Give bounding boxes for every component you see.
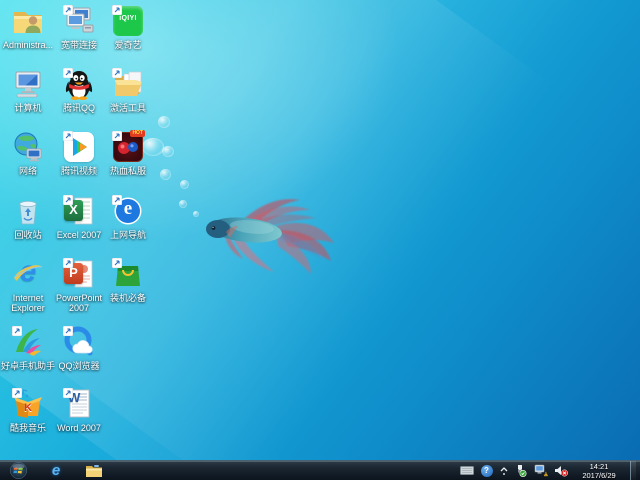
desktop-icon-game-hot[interactable]: HOT 热血私服 [104,131,152,176]
desktop-icon-broadband[interactable]: 宽带连接 [55,5,103,50]
betta-fish-image [198,188,338,283]
shopping-bag-icon [112,258,144,290]
help-question-icon[interactable]: ? [479,463,494,478]
desktop-icon-label: Administra... [0,40,56,50]
input-keyboard-icon[interactable] [459,463,474,478]
taskbar: e ? [0,460,640,480]
desktop-icon-powerpoint[interactable]: P PowerPoint 2007 [55,258,103,313]
desktop-icon-label: 上网导航 [100,230,156,240]
desktop-icon-label: 计算机 [0,103,56,113]
desktop-wallpaper[interactable]: Administra... 宽带连接 iQIYI 爱奇艺 计算机 [0,0,640,480]
folder-icon [85,464,103,478]
globe-network-icon [12,131,44,163]
desktop-icon-grid: Administra... 宽带连接 iQIYI 爱奇艺 计算机 [4,0,164,440]
blue-e-icon: e [112,195,144,227]
show-desktop-button[interactable] [630,461,636,480]
desktop-icon-label: 激活工具 [100,103,156,113]
shortcut-arrow-icon [63,326,73,336]
shortcut-arrow-icon [12,326,22,336]
shortcut-arrow-icon [12,388,22,398]
desktop-icon-qq-browser[interactable]: QQ浏览器 [55,326,103,371]
hot-badge: HOT [130,130,145,137]
open-folder-icon [112,68,144,100]
desktop-icon-excel[interactable]: X Excel 2007 [55,195,103,240]
clock-time: 14:21 [575,462,623,471]
ie-icon: e [52,462,60,479]
taskbar-explorer-button[interactable] [82,462,106,480]
desktop-icon-label: 热血私服 [100,166,156,176]
desktop-icon-label: Internet Explorer [0,293,56,313]
desktop-icon-word[interactable]: W Word 2007 [55,388,103,433]
shortcut-arrow-icon [112,258,122,268]
shortcut-arrow-icon [112,131,122,141]
bubble [179,200,187,208]
color-swoosh-icon [12,326,44,358]
shortcut-arrow-icon [112,5,122,15]
desktop-icon-internet-explorer[interactable]: e Internet Explorer [4,258,52,313]
desktop-icon-label: 宽带连接 [51,40,107,50]
q-cloud-icon [63,326,95,358]
shortcut-arrow-icon [63,195,73,205]
desktop-icon-tencent-video[interactable]: 腾讯视频 [55,131,103,176]
desktop-icon-label: 爱奇艺 [100,40,156,50]
excel-icon: X [63,195,95,227]
recycle-bin-icon [12,195,44,227]
powerpoint-icon: P [63,258,95,290]
bubble [180,180,189,189]
shortcut-arrow-icon [112,68,122,78]
desktop-icon-label: QQ浏览器 [51,361,107,371]
desktop-icon-web-nav[interactable]: e 上网导航 [104,195,152,240]
desktop-icon-network[interactable]: 网络 [4,131,52,176]
two-computers-icon [63,5,95,37]
desktop-icon-label: 腾讯QQ [51,103,107,113]
shortcut-arrow-icon [63,388,73,398]
desktop-icon-label: 好卓手机助手 [0,361,56,371]
computer-monitor-icon [12,68,44,100]
desktop-icon-label: 网络 [0,166,56,176]
desktop-icon-tencent-qq[interactable]: 腾讯QQ [55,68,103,113]
play-triangle-icon [63,131,95,163]
device-ok-icon[interactable] [513,463,528,478]
clock-date: 2017/6/29 [575,471,623,480]
desktop-icon-label: 回收站 [0,230,56,240]
desktop-icon-label: PowerPoint 2007 [51,293,107,313]
desktop-icon-iqiyi[interactable]: iQIYI 爱奇艺 [104,5,152,50]
system-tray: ? 14:21 2017/6/29 [459,461,640,480]
network-warning-icon[interactable] [533,463,548,478]
desktop-icon-activation-tools[interactable]: 激活工具 [104,68,152,113]
show-hidden-icons-button[interactable] [499,463,508,478]
taskbar-clock[interactable]: 14:21 2017/6/29 [573,462,625,480]
desktop-icon-bundle[interactable]: 装机必备 [104,258,152,303]
shortcut-arrow-icon [63,5,73,15]
desktop-icon-administrator[interactable]: Administra... [4,5,52,50]
start-button[interactable] [6,462,30,480]
user-folder-icon [12,5,44,37]
windows-orb-icon [10,462,27,479]
desktop-icon-label: 腾讯视频 [51,166,107,176]
kuwo-music-icon: K [12,388,44,420]
shortcut-arrow-icon [63,68,73,78]
desktop-icon-label: 酷我音乐 [0,423,56,433]
word-icon: W [63,388,95,420]
desktop-icon-recycle-bin[interactable]: 回收站 [4,195,52,240]
shortcut-arrow-icon [63,258,73,268]
desktop-icon-label: Excel 2007 [51,230,107,240]
game-icon: HOT [112,131,144,163]
desktop-icon-computer[interactable]: 计算机 [4,68,52,113]
ie-icon: e [12,258,44,290]
desktop-icon-phone-assistant[interactable]: 好卓手机助手 [4,326,52,371]
qq-penguin-icon [63,68,95,100]
volume-muted-icon[interactable] [553,463,568,478]
desktop-icon-label: 装机必备 [100,293,156,303]
desktop-icon-label: Word 2007 [51,423,107,433]
shortcut-arrow-icon [112,195,122,205]
shortcut-arrow-icon [63,131,73,141]
taskbar-ie-button[interactable]: e [44,462,68,480]
iqiyi-icon: iQIYI [112,5,144,37]
desktop-icon-kuwo[interactable]: K 酷我音乐 [4,388,52,433]
